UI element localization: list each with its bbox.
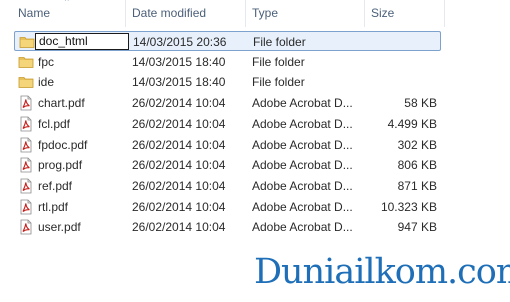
file-date-modified: 26/02/2014 10:04 bbox=[132, 137, 226, 152]
file-row[interactable]: fpdoc.pdf 26/02/2014 10:04 Adobe Acrobat D… bbox=[14, 135, 441, 155]
file-size: 871 KB bbox=[397, 178, 437, 193]
column-divider[interactable] bbox=[444, 0, 445, 27]
rename-input[interactable]: doc_html bbox=[35, 33, 129, 50]
file-type: Adobe Acrobat D... bbox=[252, 178, 353, 193]
file-type: Adobe Acrobat D... bbox=[252, 199, 353, 214]
file-size: 10.323 KB bbox=[380, 199, 437, 214]
file-type: Adobe Acrobat D... bbox=[252, 220, 353, 235]
file-type: Adobe Acrobat D... bbox=[252, 137, 353, 152]
pdf-icon bbox=[18, 95, 34, 111]
file-type: File folder bbox=[253, 35, 306, 49]
file-name: fcl.pdf bbox=[38, 116, 71, 131]
column-header: ⌃ Name Date modified Type Size bbox=[0, 0, 510, 27]
file-date-modified: 26/02/2014 10:04 bbox=[132, 199, 226, 214]
column-size-header[interactable]: Size bbox=[365, 0, 445, 27]
file-name: ide bbox=[38, 75, 55, 90]
file-size bbox=[354, 52, 437, 72]
file-type: Adobe Acrobat D... bbox=[252, 96, 353, 111]
file-size: 947 KB bbox=[397, 220, 437, 235]
folder-icon bbox=[19, 34, 35, 50]
column-type-label: Type bbox=[252, 6, 279, 20]
file-size: 58 KB bbox=[404, 96, 437, 111]
file-name: fpc bbox=[38, 54, 55, 69]
file-row[interactable]: fpc 14/03/2015 18:40 File folder bbox=[14, 52, 441, 72]
file-date-modified: 26/02/2014 10:04 bbox=[132, 220, 226, 235]
file-type: Adobe Acrobat D... bbox=[252, 116, 353, 131]
file-row[interactable]: ref.pdf 26/02/2014 10:04 Adobe Acrobat D..… bbox=[14, 176, 441, 196]
column-name-header[interactable]: Name bbox=[12, 0, 126, 27]
pdf-icon bbox=[18, 199, 34, 215]
file-name: fpdoc.pdf bbox=[38, 137, 88, 152]
file-row[interactable]: ide 14/03/2015 18:40 File folder bbox=[14, 72, 441, 92]
pdf-icon bbox=[18, 219, 34, 235]
file-name: rtl.pdf bbox=[38, 199, 69, 214]
file-name: chart.pdf bbox=[38, 96, 85, 111]
column-date-label: Date modified bbox=[132, 6, 207, 20]
file-size bbox=[354, 72, 437, 92]
file-date-modified: 14/03/2015 20:36 bbox=[133, 35, 227, 49]
file-size bbox=[355, 32, 438, 52]
column-size-label: Size bbox=[371, 6, 395, 20]
file-date-modified: 26/02/2014 10:04 bbox=[132, 178, 226, 193]
file-row[interactable]: fcl.pdf 26/02/2014 10:04 Adobe Acrobat D..… bbox=[14, 114, 441, 134]
file-row[interactable]: chart.pdf 26/02/2014 10:04 Adobe Acrobat D… bbox=[14, 93, 441, 113]
file-type: File folder bbox=[252, 75, 305, 90]
column-name-label: Name bbox=[18, 6, 51, 20]
file-type: File folder bbox=[252, 54, 305, 69]
file-date-modified: 14/03/2015 18:40 bbox=[132, 54, 226, 69]
file-date-modified: 14/03/2015 18:40 bbox=[132, 75, 226, 90]
file-name: user.pdf bbox=[38, 220, 81, 235]
pdf-icon bbox=[18, 178, 34, 194]
file-size: 302 KB bbox=[397, 137, 437, 152]
folder-icon bbox=[18, 54, 34, 70]
pdf-icon bbox=[18, 137, 34, 153]
file-date-modified: 26/02/2014 10:04 bbox=[132, 96, 226, 111]
file-size: 4.499 KB bbox=[387, 116, 437, 131]
file-row[interactable]: doc_html 14/03/2015 20:36 File folder bbox=[14, 31, 441, 51]
file-type: Adobe Acrobat D... bbox=[252, 158, 353, 173]
watermark-logo: Duniailkom.com bbox=[254, 252, 510, 292]
file-date-modified: 26/02/2014 10:04 bbox=[132, 158, 226, 173]
file-row[interactable]: rtl.pdf 26/02/2014 10:04 Adobe Acrobat D..… bbox=[14, 197, 441, 217]
file-name: prog.pdf bbox=[38, 158, 83, 173]
file-row[interactable]: prog.pdf 26/02/2014 10:04 Adobe Acrobat D.… bbox=[14, 155, 441, 175]
pdf-icon bbox=[18, 157, 34, 173]
file-size: 806 KB bbox=[397, 158, 437, 173]
file-name: ref.pdf bbox=[38, 178, 73, 193]
column-date-header[interactable]: Date modified bbox=[126, 0, 246, 27]
file-date-modified: 26/02/2014 10:04 bbox=[132, 116, 226, 131]
folder-icon bbox=[18, 74, 34, 90]
pdf-icon bbox=[18, 116, 34, 132]
file-row[interactable]: user.pdf 26/02/2014 10:04 Adobe Acrobat D.… bbox=[14, 217, 441, 237]
column-type-header[interactable]: Type bbox=[246, 0, 364, 27]
